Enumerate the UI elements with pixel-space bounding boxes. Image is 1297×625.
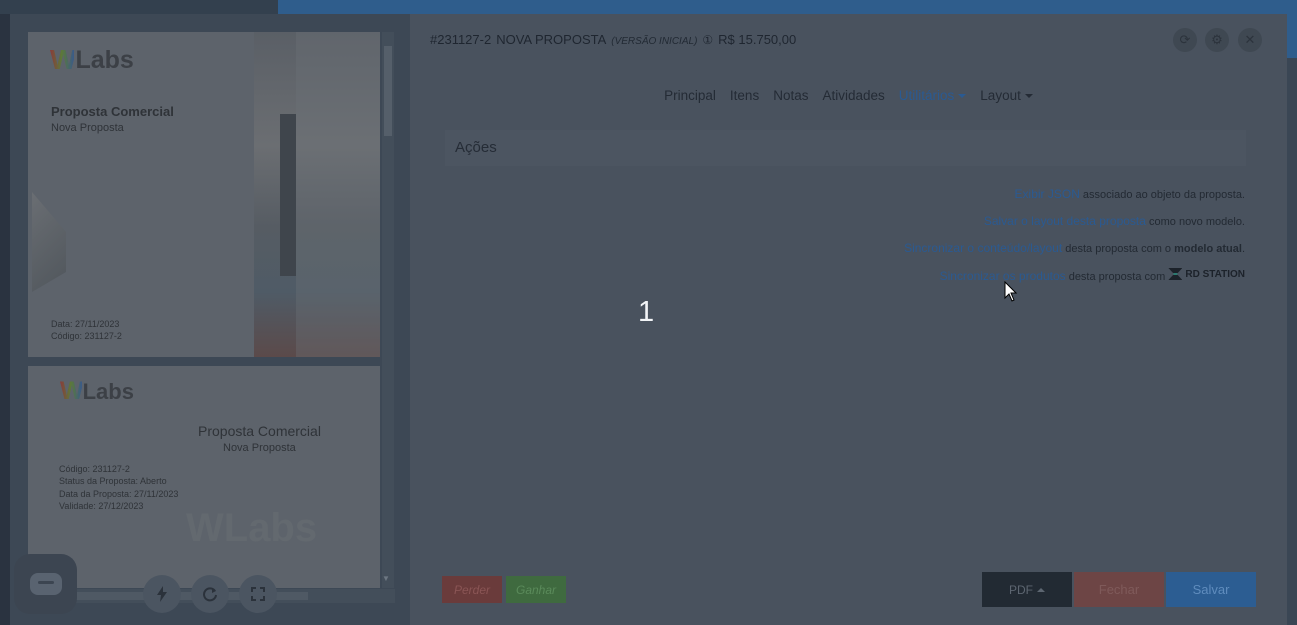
cover-subtitle: Nova Proposta (51, 122, 124, 134)
sync-content-link[interactable]: Sincronizar o conteúdo/layout (904, 241, 1062, 255)
preview-page-2: W Labs Proposta Comercial Nova Proposta C… (28, 366, 380, 588)
section-title: Ações (455, 139, 497, 156)
wlabs-logo: W Labs (50, 44, 134, 75)
page2-title: Proposta Comercial (198, 423, 321, 439)
tab-layout[interactable]: Layout (980, 88, 1033, 103)
refresh-icon[interactable] (191, 575, 229, 613)
page2-validity: Validade: 27/12/2023 (59, 501, 144, 511)
actions-list: Exibir JSON associado ao objeto da propo… (904, 187, 1245, 295)
reload-icon[interactable]: ⟳ (1173, 28, 1197, 52)
rd-station-icon (1168, 268, 1183, 280)
proposal-id: #231127-2 (430, 32, 492, 47)
settings-icon[interactable]: ⚙ (1205, 28, 1229, 52)
wlabs-logo: W Labs (60, 377, 134, 405)
background-right-accent (1287, 14, 1297, 58)
preview-scrollbar[interactable] (382, 32, 394, 588)
save-button[interactable]: Salvar (1166, 572, 1256, 607)
cover-title: Proposta Comercial (51, 104, 174, 119)
action-row: Salvar o layout desta proposta como novo… (983, 214, 1245, 228)
bolt-icon[interactable] (143, 575, 181, 613)
rd-station-logo: RD STATION (1168, 268, 1245, 280)
chat-widget-button[interactable] (14, 554, 77, 614)
proposal-tabs: Principal Itens Notas Atividades Utilitá… (410, 88, 1287, 103)
proposal-amount: R$ 15.750,00 (718, 32, 797, 47)
proposal-name: NOVA PROPOSTA (496, 32, 607, 47)
proposal-header: #231127-2 NOVA PROPOSTA (VERSÃO INICIAL)… (430, 32, 796, 47)
caret-up-icon (1037, 587, 1045, 592)
page-curl (32, 192, 66, 292)
coin-icon: ① (702, 33, 714, 47)
cover-photo (254, 32, 380, 357)
save-layout-link[interactable]: Salvar o layout desta proposta (984, 214, 1146, 228)
proposal-modal: #231127-2 NOVA PROPOSTA (VERSÃO INICIAL)… (410, 14, 1287, 625)
action-row: Exibir JSON associado ao objeto da propo… (1014, 187, 1245, 201)
caret-down-icon (958, 94, 967, 99)
action-row: Sincronizar os produtos desta proposta c… (939, 268, 1245, 283)
tab-utilitarios[interactable]: Utilitários (899, 88, 967, 103)
tab-principal[interactable]: Principal (664, 88, 716, 103)
chat-icon (29, 573, 62, 595)
page2-status: Status da Proposta: Aberto (59, 476, 167, 486)
show-json-link[interactable]: Exibir JSON (1015, 187, 1080, 201)
background-top-accent (278, 0, 1297, 14)
mouse-cursor-icon (1004, 281, 1018, 302)
preview-page-1: W Labs Proposta Comercial Nova Proposta D… (28, 32, 380, 357)
watermark-logo: WLabs (186, 506, 318, 550)
tab-itens[interactable]: Itens (730, 88, 759, 103)
tab-notas[interactable]: Notas (773, 88, 808, 103)
proposal-preview-pane: W Labs Proposta Comercial Nova Proposta D… (10, 14, 410, 625)
scroll-down-icon[interactable]: ▼ (382, 574, 390, 583)
proposal-version: (VERSÃO INICIAL) (611, 36, 698, 47)
win-button[interactable]: Ganhar (506, 576, 566, 603)
step-number: 1 (638, 296, 655, 328)
cover-code: Código: 231127-2 (51, 331, 122, 341)
close-icon[interactable]: ✕ (1238, 28, 1262, 52)
preview-scrollbar-thumb[interactable] (384, 46, 392, 136)
fullscreen-icon[interactable] (239, 575, 277, 613)
close-button[interactable]: Fechar (1074, 572, 1164, 607)
page2-subtitle: Nova Proposta (223, 442, 296, 454)
caret-down-icon (1024, 94, 1033, 99)
tab-atividades[interactable]: Atividades (822, 88, 884, 103)
actions-panel: Ações (445, 130, 1246, 166)
pdf-button[interactable]: PDF (982, 572, 1072, 607)
sync-products-link[interactable]: Sincronizar os produtos (940, 269, 1066, 283)
cover-band (280, 114, 296, 276)
page2-date: Data da Proposta: 27/11/2023 (59, 489, 179, 499)
cover-date: Data: 27/11/2023 (51, 319, 120, 329)
action-row: Sincronizar o conteúdo/layout desta prop… (904, 241, 1245, 255)
background-right (1287, 14, 1297, 625)
page2-code: Código: 231127-2 (59, 464, 130, 474)
lose-button[interactable]: Perder (442, 576, 502, 603)
